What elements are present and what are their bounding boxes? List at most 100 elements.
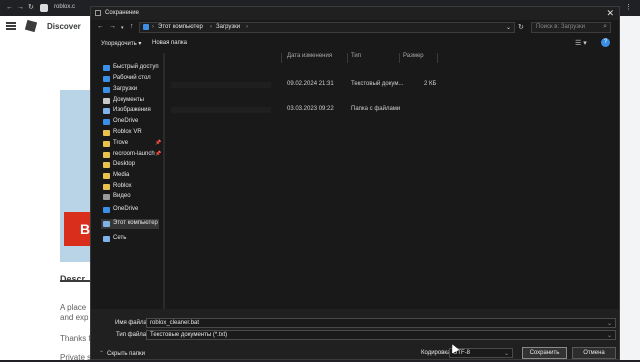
nav-onedrive-quick[interactable]: OneDrive (103, 117, 163, 127)
nav-pane-scrollbar[interactable] (163, 53, 165, 309)
hide-folders-label: Скрыть папки (107, 351, 145, 357)
desktop-icon (103, 76, 110, 82)
breadcrumb-this-pc[interactable]: Этот компьютер (158, 24, 203, 30)
address-row: ← → ▾ ↑ › Этот компьютер › Загрузки › ⌄ … (91, 21, 619, 35)
description-text-2: Thanks f (60, 334, 91, 343)
nav-trove[interactable]: Trove 📌 (103, 139, 163, 149)
notepad-icon (95, 10, 101, 16)
nav-videos[interactable]: Видео (103, 192, 163, 202)
folder-icon (103, 130, 110, 136)
cancel-button[interactable]: Отмена (572, 347, 616, 359)
chevron-down-icon[interactable]: ⌄ (607, 332, 612, 339)
game-thumbnail-logo: B (64, 212, 90, 246)
nav-roblox-vr[interactable]: Roblox VR (103, 128, 163, 138)
chevron-down-icon[interactable]: ⌄ (504, 350, 509, 357)
download-icon (103, 87, 110, 93)
network-icon (103, 236, 110, 242)
address-bar-url[interactable]: roblox.c (54, 4, 75, 10)
dialog-toolbar: Упорядочить ▾ Новая папка ☰ ▾ ? (91, 38, 619, 50)
nav-roblox[interactable]: Roblox (103, 182, 163, 192)
view-options-icon[interactable]: ☰ ▾ (575, 39, 587, 47)
nav-this-pc[interactable]: Этот компьютер (101, 219, 159, 229)
file-list: Дата изменения Тип Размер 09.02.2024 21:… (167, 53, 619, 309)
dialog-titlebar: Сохранение ✕ (91, 7, 619, 20)
file-name-blurred (171, 107, 271, 113)
breadcrumb-separator: › (152, 24, 154, 30)
search-placeholder: Поиск в: Загрузки (536, 24, 585, 30)
nav-pictures[interactable]: Изображения (103, 106, 163, 116)
nav-quick-access[interactable]: Быстрый доступ (103, 63, 163, 73)
breadcrumb-separator: › (246, 24, 248, 30)
filetype-label: Тип файла: (116, 332, 148, 338)
save-button[interactable]: Сохранить (522, 347, 567, 359)
row-size: 2 КБ (424, 81, 437, 87)
table-row[interactable]: 03.03.2023 09:22 Папка с файлами (167, 104, 607, 116)
browser-nav-icons[interactable]: ←→↻ (6, 3, 38, 11)
navigation-pane: Быстрый доступ Рабочий стол Загрузки Док… (91, 53, 163, 311)
column-divider (399, 53, 400, 63)
nav-downloads[interactable]: Загрузки (103, 85, 163, 95)
close-icon[interactable]: ✕ (606, 8, 614, 19)
nav-recroom-launch[interactable]: recroom-launch 📌 (103, 150, 163, 160)
folder-icon (103, 162, 110, 168)
folder-icon (103, 152, 110, 158)
new-folder-button[interactable]: Новая папка (152, 40, 187, 46)
help-icon[interactable]: ? (601, 38, 610, 47)
breadcrumb-downloads[interactable]: Загрузки (216, 24, 240, 30)
pictures-icon (103, 108, 110, 114)
chevron-down-icon[interactable]: ▾ (121, 25, 124, 31)
documents-icon (103, 98, 110, 104)
browser-menu-icon[interactable]: ⋮ (625, 3, 634, 11)
folder-icon (103, 173, 110, 179)
path-dropdown-icon[interactable]: ⌄ (506, 24, 511, 31)
filename-input[interactable]: roblox_cleaner.bat ⌄ (146, 318, 616, 328)
chevron-up-icon: ⌃ (99, 351, 105, 357)
table-row[interactable]: 09.02.2024 21:31 Текстовый докум... 2 КБ (167, 79, 607, 91)
discover-link[interactable]: Discover (47, 22, 81, 31)
nav-media[interactable]: Media (103, 171, 163, 181)
nav-documents[interactable]: Документы (103, 96, 163, 106)
filename-value: roblox_cleaner.bat (150, 320, 200, 326)
column-divider (347, 53, 348, 63)
column-header-type[interactable]: Тип (351, 53, 361, 59)
cloud-icon (103, 119, 110, 125)
encoding-label: Кодировка: (421, 350, 453, 356)
nav-desktop-folder[interactable]: Desktop (103, 160, 163, 170)
site-favicon (40, 4, 48, 12)
up-arrow-icon[interactable]: ↑ (130, 23, 134, 30)
forward-arrow-icon[interactable]: → (109, 23, 116, 30)
search-input[interactable]: Поиск в: Загрузки ⌕ (531, 22, 611, 33)
row-date: 09.02.2024 21:31 (287, 81, 334, 87)
refresh-icon[interactable]: ↻ (518, 23, 524, 31)
row-type: Папка с файлами (351, 106, 401, 112)
filetype-value: Текстовые документы (*.txt) (150, 332, 228, 338)
file-name-blurred (171, 82, 271, 88)
organize-menu[interactable]: Упорядочить ▾ (101, 40, 141, 47)
nav-onedrive[interactable]: OneDrive (103, 205, 163, 215)
breadcrumb[interactable]: › Этот компьютер › Загрузки › ⌄ (139, 22, 515, 33)
back-arrow-icon[interactable]: ← (97, 23, 104, 30)
description-text-3: Private s (60, 353, 92, 362)
column-header-date[interactable]: Дата изменения (287, 53, 332, 59)
hamburger-menu-icon[interactable] (6, 22, 16, 30)
description-heading: Descr (60, 274, 86, 284)
description-text: A place and exp (60, 303, 89, 322)
filetype-select[interactable]: Текстовые документы (*.txt) ⌄ (146, 330, 616, 340)
row-date: 03.03.2023 09:22 (287, 106, 334, 112)
chevron-down-icon[interactable]: ⌄ (607, 320, 612, 327)
nav-desktop[interactable]: Рабочий стол (103, 74, 163, 84)
download-folder-icon (143, 24, 149, 30)
nav-network[interactable]: Сеть (103, 234, 163, 244)
pin-icon: 📌 (155, 140, 162, 146)
filename-label: Имя файла: (115, 320, 149, 326)
roblox-logo-icon[interactable] (24, 19, 38, 33)
column-header-size[interactable]: Размер (403, 53, 424, 59)
page-scrollbar[interactable] (618, 16, 640, 360)
breadcrumb-separator: › (210, 24, 212, 30)
video-icon (103, 194, 110, 200)
search-icon: ⌕ (603, 23, 607, 30)
save-dialog: Сохранение ✕ ← → ▾ ↑ › Этот компьютер › … (90, 6, 620, 360)
hide-folders-toggle[interactable]: ⌃ Скрыть папки (99, 350, 145, 357)
cloud-icon (103, 207, 110, 213)
dialog-footer: Имя файла: roblox_cleaner.bat ⌄ Тип файл… (91, 309, 619, 359)
